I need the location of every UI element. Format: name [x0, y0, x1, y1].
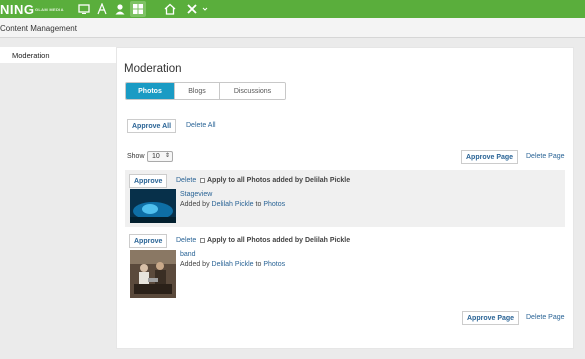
apply-to-all-checkbox[interactable]: Apply to all Photos added by Delilah Pic…: [200, 237, 350, 244]
content-type-tabs: Photos Blogs Discussions: [125, 82, 286, 100]
delete-page-link[interactable]: Delete Page: [526, 314, 565, 321]
delete-link[interactable]: Delete: [176, 177, 196, 184]
photo-thumbnail[interactable]: [130, 189, 176, 223]
select-arrows-icon: ⇕: [164, 153, 170, 159]
to-label: to: [255, 261, 262, 268]
apply-label: Apply to all Photos added by Delilah Pic…: [207, 177, 351, 184]
show-label: Show: [127, 153, 145, 160]
appearance-icon[interactable]: [96, 3, 108, 15]
section-title: Content Management: [0, 24, 77, 33]
section-link[interactable]: Photos: [263, 261, 285, 268]
delete-link[interactable]: Delete: [176, 237, 196, 244]
brand-logo[interactable]: NING: [0, 2, 35, 17]
added-by-text: Added by Delilah Pickle to Photos: [180, 201, 285, 208]
delete-page-link[interactable]: Delete Page: [526, 153, 565, 160]
photo-thumbnail[interactable]: [130, 250, 176, 298]
top-bar: NING GLAM MEDIA: [0, 0, 585, 18]
approve-page-button[interactable]: Approve Page: [461, 150, 519, 164]
page-title: Moderation: [124, 63, 182, 75]
approve-button[interactable]: Approve: [129, 234, 168, 248]
page-size-select[interactable]: 10 ⇕: [147, 151, 173, 162]
page-size-value: 10: [152, 153, 160, 160]
sidebar-item-moderation[interactable]: Moderation: [0, 47, 116, 63]
home-icon[interactable]: [164, 3, 176, 15]
checkbox-icon[interactable]: [200, 238, 205, 243]
sidebar-item-label: Moderation: [12, 51, 50, 60]
to-label: to: [255, 201, 262, 208]
checkbox-icon[interactable]: [200, 178, 205, 183]
tab-blogs[interactable]: Blogs: [174, 83, 219, 99]
person-icon[interactable]: [114, 3, 126, 15]
moderation-item: Approve Delete Apply to all Photos added…: [125, 170, 565, 227]
section-header: Content Management: [0, 18, 585, 38]
apply-label: Apply to all Photos added by Delilah Pic…: [207, 237, 351, 244]
delete-all-link[interactable]: Delete All: [186, 122, 216, 129]
added-by-text: Added by Delilah Pickle to Photos: [180, 261, 285, 268]
photo-title-link[interactable]: Stageview: [180, 191, 212, 198]
moderation-panel: Moderation Photos Blogs Discussions Appr…: [116, 47, 574, 349]
author-link[interactable]: Delilah Pickle: [212, 201, 254, 208]
brand-subtitle: GLAM MEDIA: [35, 7, 64, 12]
approve-button[interactable]: Approve: [129, 174, 168, 188]
tab-photos[interactable]: Photos: [126, 83, 174, 99]
author-link[interactable]: Delilah Pickle: [212, 261, 254, 268]
added-by-label: Added by: [180, 201, 210, 208]
approve-page-button[interactable]: Approve Page: [462, 311, 520, 325]
chevron-down-icon[interactable]: [202, 3, 208, 15]
photo-title-link[interactable]: band: [180, 251, 196, 258]
approve-all-button[interactable]: Approve All: [127, 119, 177, 133]
moderation-item: Approve Delete Apply to all Photos added…: [125, 231, 565, 298]
apply-to-all-checkbox[interactable]: Apply to all Photos added by Delilah Pic…: [200, 177, 350, 184]
grid-icon[interactable]: [130, 1, 146, 17]
added-by-label: Added by: [180, 261, 210, 268]
tools-icon[interactable]: [186, 3, 198, 15]
screen-icon[interactable]: [78, 3, 90, 15]
section-link[interactable]: Photos: [263, 201, 285, 208]
tab-discussions[interactable]: Discussions: [219, 83, 285, 99]
